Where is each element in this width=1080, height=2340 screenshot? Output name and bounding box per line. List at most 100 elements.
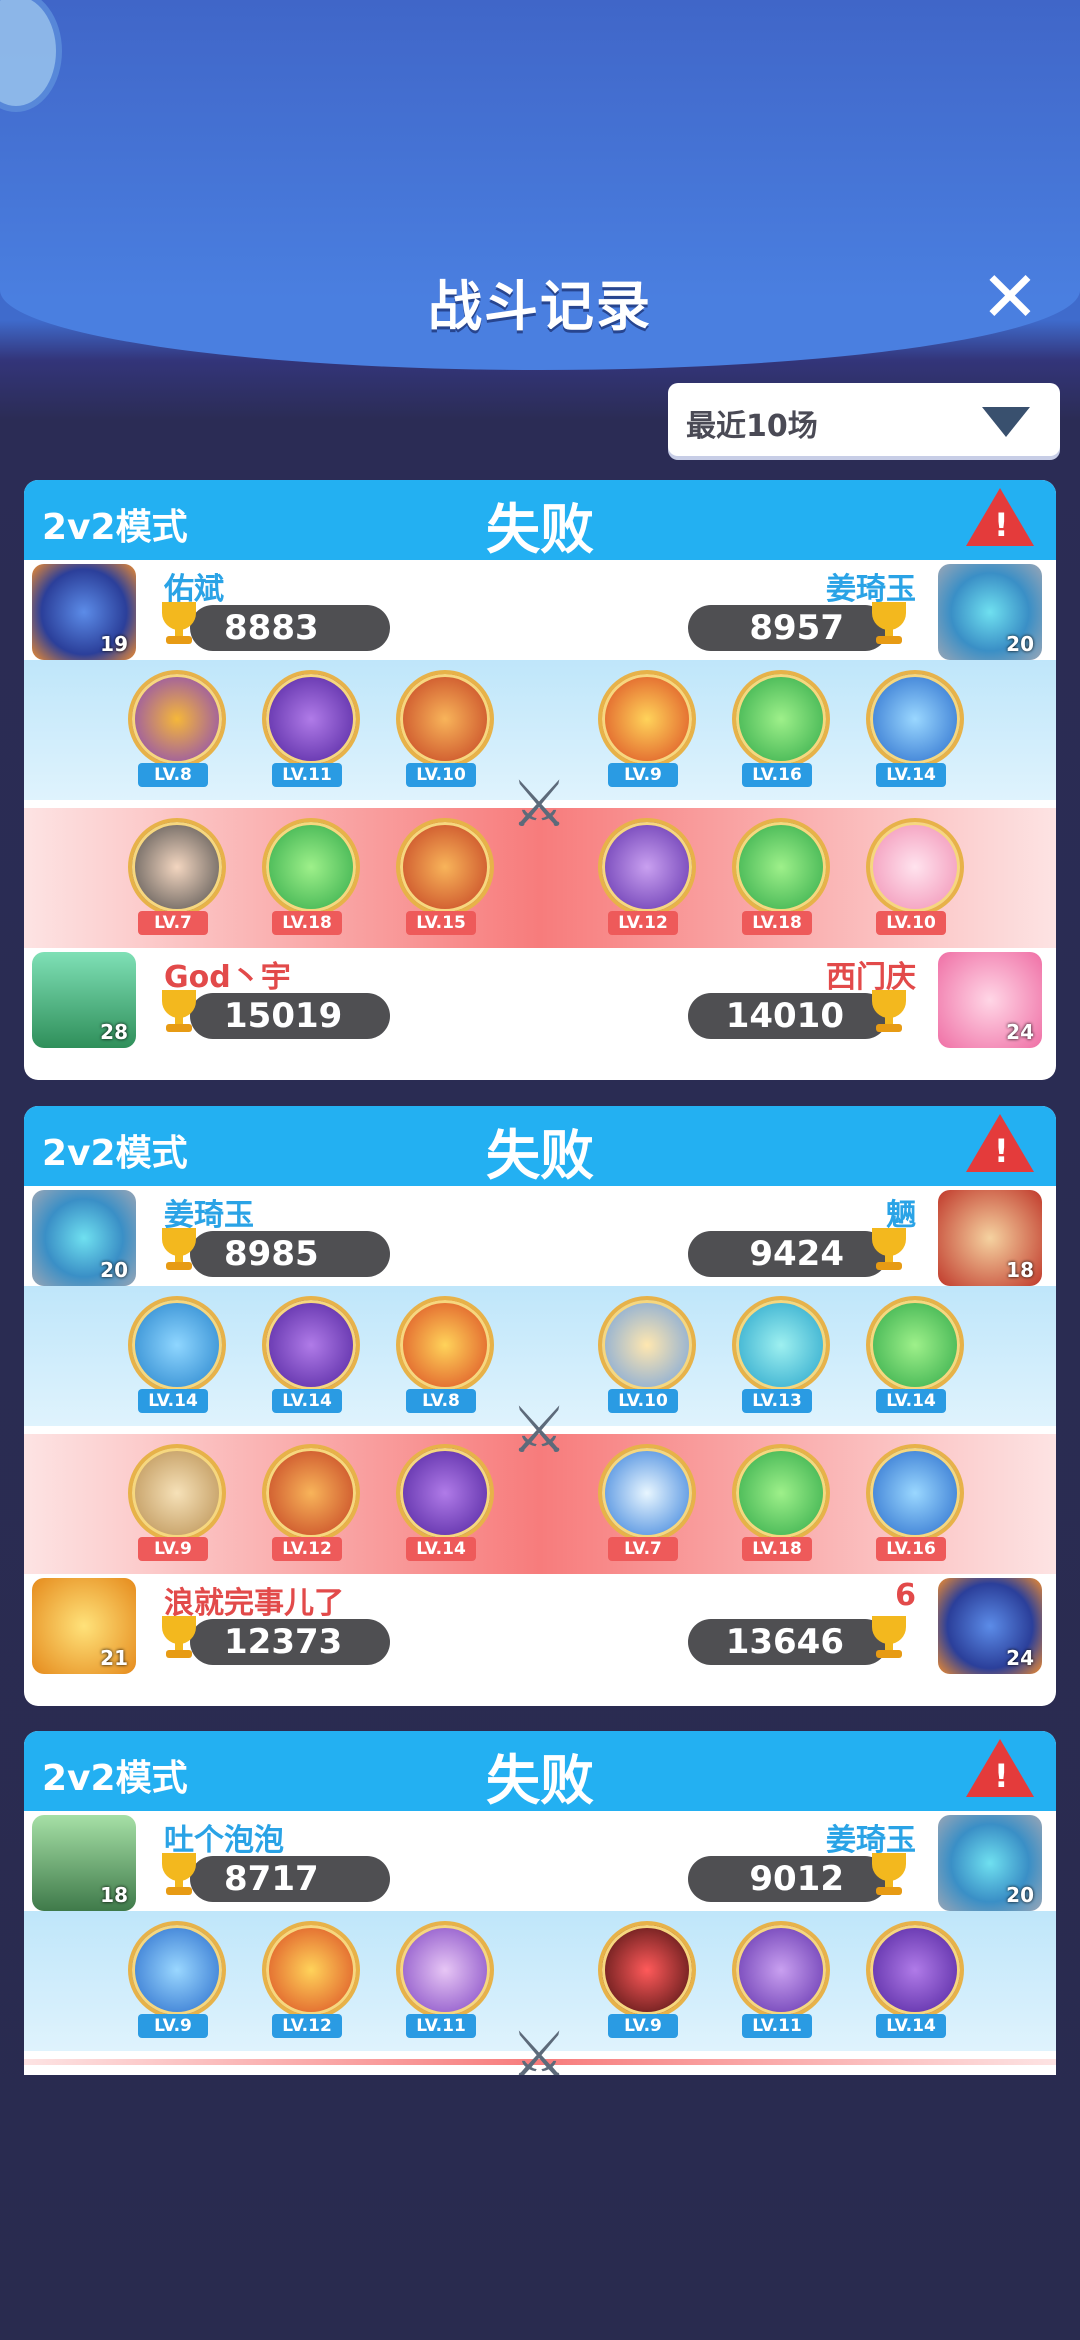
- trophy-score: 15019: [190, 993, 390, 1039]
- hero-icon[interactable]: [732, 1921, 830, 2019]
- hero-icon[interactable]: [128, 818, 226, 916]
- hero-level: LV.11: [742, 2014, 812, 2038]
- hero-level: LV.16: [876, 1537, 946, 1561]
- trophy-icon: [154, 1853, 204, 1899]
- trophy-score: 8957: [688, 605, 888, 651]
- hero-icon[interactable]: [396, 1296, 494, 1394]
- hero-icon[interactable]: [732, 1296, 830, 1394]
- trophy-icon: [864, 602, 914, 648]
- avatar[interactable]: 24: [938, 952, 1042, 1048]
- result-label: 失败: [486, 1749, 594, 1812]
- hero-level: LV.18: [272, 911, 342, 935]
- trophy-icon: [864, 1853, 914, 1899]
- hero-level: LV.18: [742, 1537, 812, 1561]
- page-title: 战斗记录: [428, 275, 652, 338]
- avatar-level: 20: [1006, 632, 1034, 656]
- hero-icon[interactable]: [128, 1921, 226, 2019]
- hero-icon[interactable]: [732, 818, 830, 916]
- avatar-level: 24: [1006, 1020, 1034, 1044]
- avatar[interactable]: 20: [938, 1815, 1042, 1911]
- hero-level: LV.8: [406, 1389, 476, 1413]
- avatar[interactable]: 20: [32, 1190, 136, 1286]
- hero-icon[interactable]: [128, 1444, 226, 1542]
- hero-icon[interactable]: [396, 1444, 494, 1542]
- report-warning-icon[interactable]: !: [966, 488, 1034, 546]
- hero-icon[interactable]: [866, 1444, 964, 1542]
- avatar[interactable]: 18: [32, 1815, 136, 1911]
- header: 战斗记录 ✕: [0, 0, 1080, 370]
- hero-level: LV.14: [406, 1537, 476, 1561]
- hero-icon[interactable]: [866, 1921, 964, 2019]
- hero-level: LV.7: [138, 911, 208, 935]
- hero-icon[interactable]: [262, 1921, 360, 2019]
- hero-icon[interactable]: [262, 1296, 360, 1394]
- avatar[interactable]: 18: [938, 1190, 1042, 1286]
- avatar[interactable]: 21: [32, 1578, 136, 1674]
- hero-level: LV.9: [608, 763, 678, 787]
- hero-icon[interactable]: [396, 1921, 494, 2019]
- hero-icon[interactable]: [866, 818, 964, 916]
- player-name: 6: [895, 1578, 916, 1613]
- hero-icon[interactable]: [598, 818, 696, 916]
- trophy-score: 12373: [190, 1619, 390, 1665]
- hero-icon[interactable]: [128, 670, 226, 768]
- trophy-score: 9012: [688, 1856, 888, 1902]
- hero-icon[interactable]: [598, 670, 696, 768]
- crossed-swords-icon: ⚔: [510, 1394, 568, 1468]
- trophy-score: 8883: [190, 605, 390, 651]
- hero-icon[interactable]: [128, 1296, 226, 1394]
- trophy-icon: [864, 1616, 914, 1662]
- corner-badge-icon[interactable]: [0, 0, 62, 112]
- hero-icon[interactable]: [732, 670, 830, 768]
- hero-level: LV.9: [138, 1537, 208, 1561]
- player-row-bottom: 28 God丶宇 15019 西门庆 14010 24: [24, 948, 1056, 1048]
- hero-level: LV.14: [876, 2014, 946, 2038]
- hero-level: LV.10: [406, 763, 476, 787]
- hero-icon[interactable]: [262, 818, 360, 916]
- hero-level: LV.16: [742, 763, 812, 787]
- hero-level: LV.13: [742, 1389, 812, 1413]
- trophy-score: 13646: [688, 1619, 888, 1665]
- avatar-level: 21: [100, 1646, 128, 1670]
- hero-level: LV.14: [876, 1389, 946, 1413]
- hero-level: LV.14: [272, 1389, 342, 1413]
- crossed-swords-icon: ⚔: [510, 768, 568, 842]
- hero-icon[interactable]: [396, 818, 494, 916]
- match-card[interactable]: 2v2模式 失败 ! 18 吐个泡泡 8717 姜琦玉 9012 20 LV.9…: [24, 1731, 1056, 2075]
- trophy-score: 8717: [190, 1856, 390, 1902]
- player-row-bottom: 21 浪就完事儿了 12373 6 13646 24: [24, 1574, 1056, 1674]
- hero-icon[interactable]: [262, 1444, 360, 1542]
- hero-icon[interactable]: [396, 670, 494, 768]
- player-row-top: 18 吐个泡泡 8717 姜琦玉 9012 20: [24, 1811, 1056, 1911]
- player-row-top: 20 姜琦玉 8985 魉 9424 18: [24, 1186, 1056, 1286]
- hero-icon[interactable]: [598, 1444, 696, 1542]
- match-card[interactable]: 2v2模式 失败 ! 20 姜琦玉 8985 魉 9424 18 LV.14 L…: [24, 1106, 1056, 1706]
- match-filter-dropdown[interactable]: 最近10场: [668, 383, 1060, 456]
- hero-icon[interactable]: [598, 1296, 696, 1394]
- hero-level: LV.14: [876, 763, 946, 787]
- hero-level: LV.8: [138, 763, 208, 787]
- player-row-top: 19 佑斌 8883 姜琦玉 8957 20: [24, 560, 1056, 660]
- trophy-icon: [154, 1228, 204, 1274]
- hero-icon[interactable]: [598, 1921, 696, 2019]
- avatar[interactable]: 19: [32, 564, 136, 660]
- avatar[interactable]: 28: [32, 952, 136, 1048]
- hero-icon[interactable]: [866, 670, 964, 768]
- hero-icon[interactable]: [262, 670, 360, 768]
- match-card[interactable]: 2v2模式 失败 ! 19 佑斌 8883 姜琦玉 8957 20 LV.8 L…: [24, 480, 1056, 1080]
- avatar[interactable]: 24: [938, 1578, 1042, 1674]
- report-warning-icon[interactable]: !: [966, 1739, 1034, 1797]
- hero-icon[interactable]: [732, 1444, 830, 1542]
- close-button[interactable]: ✕: [975, 262, 1045, 332]
- hero-icon[interactable]: [866, 1296, 964, 1394]
- avatar-level: 24: [1006, 1646, 1034, 1670]
- trophy-score: 9424: [688, 1231, 888, 1277]
- hero-level: LV.10: [876, 911, 946, 935]
- report-warning-icon[interactable]: !: [966, 1114, 1034, 1172]
- avatar-level: 19: [100, 632, 128, 656]
- hero-level: LV.11: [406, 2014, 476, 2038]
- hero-level: LV.18: [742, 911, 812, 935]
- avatar[interactable]: 20: [938, 564, 1042, 660]
- trophy-icon: [154, 602, 204, 648]
- trophy-icon: [154, 990, 204, 1036]
